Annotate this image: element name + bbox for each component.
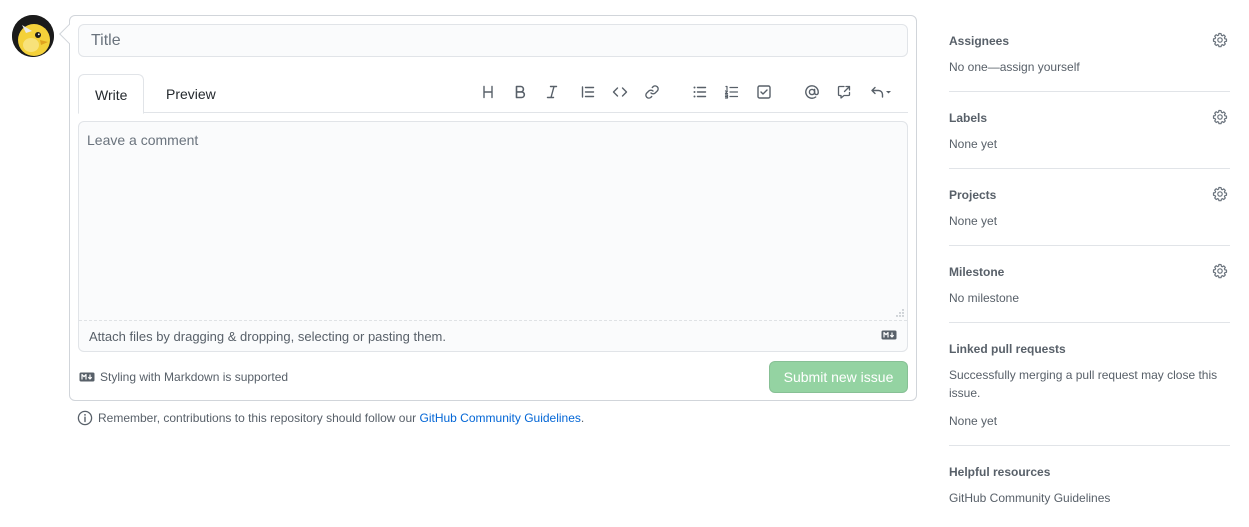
- mention-button[interactable]: [800, 80, 824, 104]
- mention-icon: [805, 85, 819, 99]
- tab-preview[interactable]: Preview: [150, 74, 232, 114]
- cross-reference-button[interactable]: [832, 80, 856, 104]
- task-list-button[interactable]: [752, 80, 776, 104]
- quote-button[interactable]: [576, 80, 600, 104]
- sidebar-projects: Projects None yet: [949, 186, 1230, 246]
- milestone-gear-icon[interactable]: [1212, 263, 1228, 279]
- labels-gear-icon[interactable]: [1212, 109, 1228, 125]
- user-avatar[interactable]: [12, 15, 54, 57]
- code-button[interactable]: [608, 80, 632, 104]
- markdown-icon: [881, 330, 897, 340]
- linked-pull-requests-value: None yet: [949, 414, 998, 428]
- sidebar-linked-pull-requests: Linked pull requests Successfully mergin…: [949, 342, 1230, 446]
- sidebar-assignees: Assignees No one—assign yourself: [949, 32, 1230, 92]
- comment-textarea[interactable]: [79, 122, 907, 320]
- sidebar-labels: Labels None yet: [949, 109, 1230, 169]
- cross-reference-icon: [837, 85, 851, 99]
- info-icon: [77, 410, 93, 426]
- comment-box: Attach files by dragging & dropping, sel…: [78, 121, 908, 352]
- editor-tab-bar: Write Preview: [78, 74, 908, 114]
- attach-files-text: Attach files by dragging & dropping, sel…: [89, 329, 446, 344]
- markdown-hint[interactable]: Styling with Markdown is supported: [79, 370, 288, 384]
- numbered-list-button[interactable]: [720, 80, 744, 104]
- avatar-image-icon: [12, 15, 54, 57]
- title-input[interactable]: [78, 24, 908, 57]
- milestone-value: No milestone: [949, 291, 1020, 305]
- bold-icon: [515, 85, 526, 99]
- tab-write[interactable]: Write: [78, 74, 145, 114]
- issue-composer: Write Preview: [59, 15, 917, 401]
- bulleted-list-button[interactable]: [688, 80, 712, 104]
- heading-icon: [483, 85, 493, 99]
- link-button[interactable]: [640, 80, 664, 104]
- linked-pull-requests-description: Successfully merging a pull request may …: [949, 368, 1218, 400]
- heading-button[interactable]: [476, 80, 500, 104]
- italic-icon: [546, 85, 558, 99]
- projects-gear-icon[interactable]: [1212, 186, 1228, 202]
- linked-pull-requests-heading: Linked pull requests: [949, 342, 1066, 356]
- composer-caret: [59, 24, 79, 44]
- markdown-icon: [79, 372, 95, 382]
- bulleted-list-icon: [693, 86, 707, 98]
- assignees-gear-icon[interactable]: [1212, 32, 1228, 48]
- contribution-note-text: Remember, contributions to this reposito…: [98, 411, 417, 425]
- helpful-resources-heading: Helpful resources: [949, 465, 1051, 479]
- sidebar-helpful-resources: Helpful resources GitHub Community Guide…: [949, 465, 1230, 515]
- quote-icon: [581, 86, 595, 98]
- bold-button[interactable]: [508, 80, 532, 104]
- numbered-list-icon: [724, 85, 739, 99]
- projects-value: None yet: [949, 214, 998, 228]
- contribution-note-suffix: .: [580, 411, 585, 425]
- labels-value: None yet: [949, 137, 998, 151]
- sidebar-community-guidelines-link[interactable]: GitHub Community Guidelines: [949, 491, 1110, 505]
- file-attach-bar[interactable]: Attach files by dragging & dropping, sel…: [79, 320, 907, 351]
- link-icon: [645, 85, 659, 99]
- code-icon: [612, 87, 628, 97]
- task-list-icon: [757, 85, 771, 99]
- sidebar-milestone: Milestone No milestone: [949, 263, 1230, 323]
- saved-replies-button[interactable]: [864, 80, 898, 104]
- projects-heading[interactable]: Projects: [949, 188, 996, 202]
- markdown-hint-text: Styling with Markdown is supported: [100, 370, 289, 384]
- assign-yourself-link[interactable]: No one—assign yourself: [949, 60, 1080, 74]
- labels-heading[interactable]: Labels: [949, 111, 987, 125]
- assignees-heading[interactable]: Assignees: [949, 34, 1009, 48]
- submit-new-issue-button[interactable]: Submit new issue: [769, 361, 908, 393]
- community-guidelines-link[interactable]: GitHub Community Guidelines: [420, 411, 581, 425]
- contribution-note: Remember, contributions to this reposito…: [77, 410, 584, 426]
- saved-replies-icon: [871, 86, 891, 98]
- milestone-heading[interactable]: Milestone: [949, 265, 1004, 279]
- italic-button[interactable]: [540, 80, 564, 104]
- resize-grip-icon[interactable]: [896, 309, 904, 317]
